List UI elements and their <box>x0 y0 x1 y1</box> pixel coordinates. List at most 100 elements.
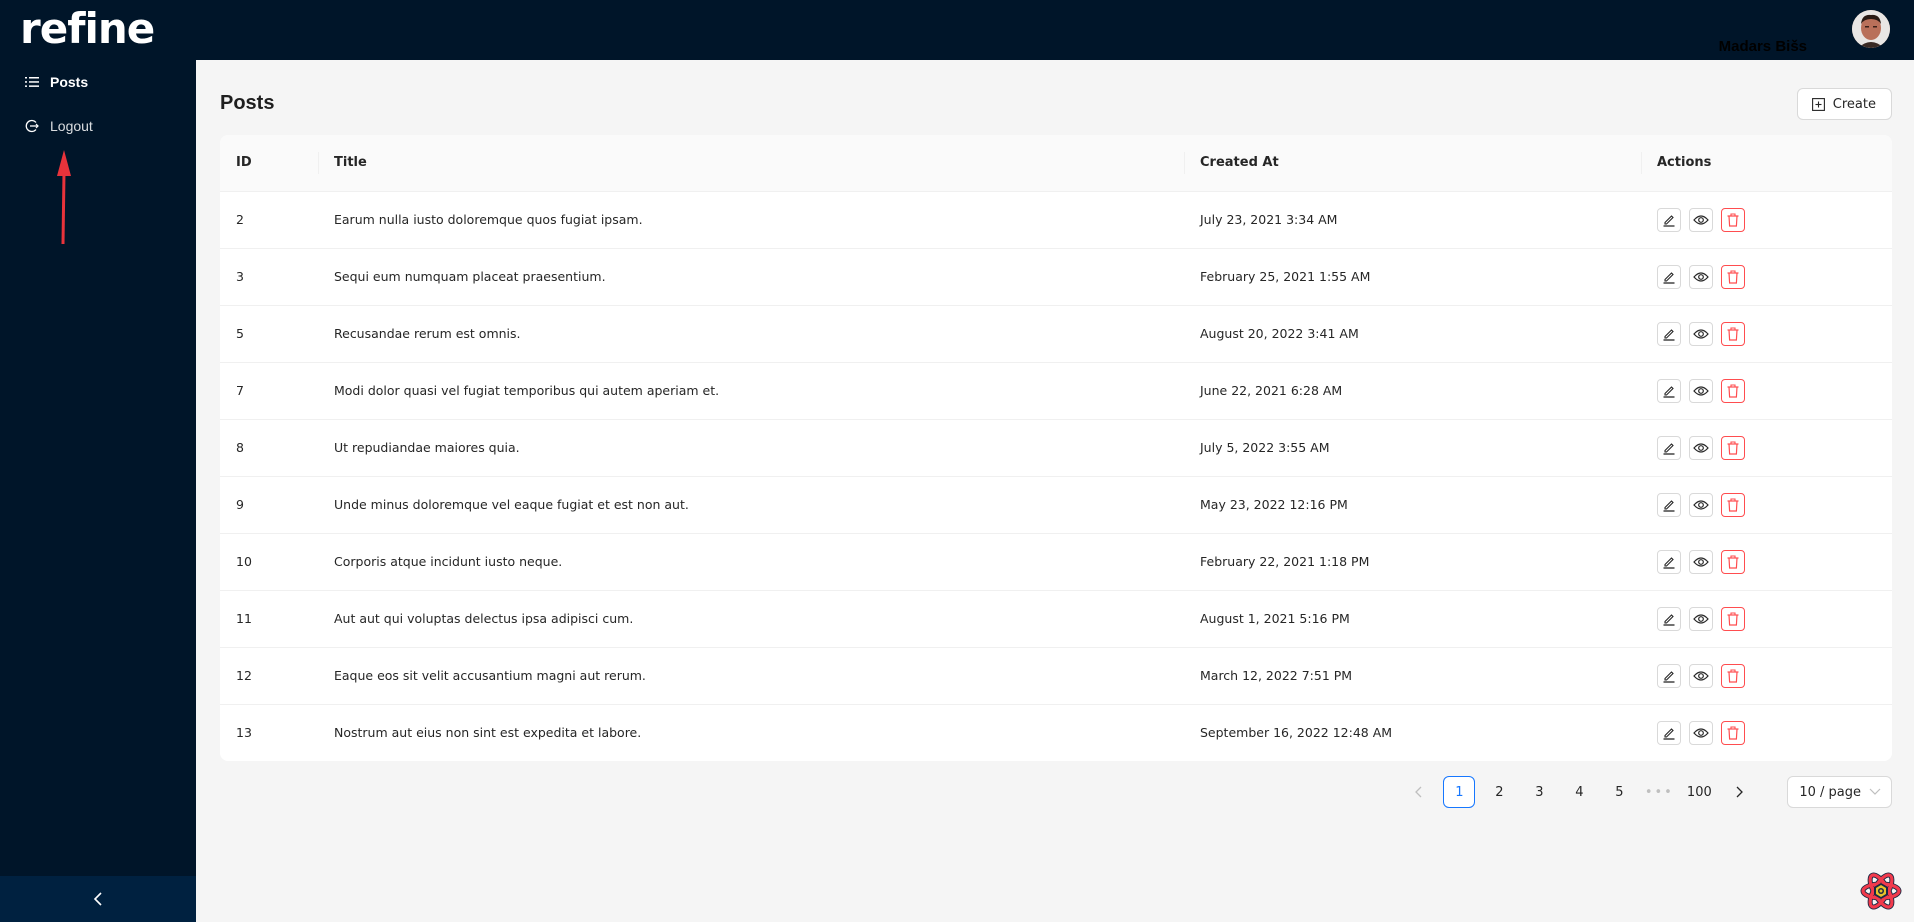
eye-icon <box>1693 214 1709 226</box>
row-actions <box>1657 549 1876 574</box>
cell-id: 5 <box>220 305 318 363</box>
delete-icon <box>1727 668 1739 683</box>
eye-icon <box>1693 385 1709 397</box>
plus-square-icon <box>1811 97 1825 111</box>
chevron-right-icon <box>1736 786 1744 798</box>
edit-button[interactable] <box>1657 378 1681 403</box>
delete-icon <box>1727 269 1739 284</box>
column-header-title[interactable]: Title <box>318 135 1184 192</box>
delete-button[interactable] <box>1721 435 1745 460</box>
sidebar-item-posts[interactable]: Posts <box>0 60 196 104</box>
devtools-button[interactable] <box>1860 870 1902 912</box>
cell-actions <box>1641 590 1892 648</box>
show-button[interactable] <box>1689 720 1713 745</box>
page-size-select[interactable]: 10 / page <box>1787 776 1892 808</box>
sidebar-collapse-button[interactable] <box>0 876 196 922</box>
table-row: 3 Sequi eum numquam placeat praesentium. F… <box>220 248 1892 306</box>
delete-button[interactable] <box>1721 207 1745 232</box>
show-button[interactable] <box>1689 321 1713 346</box>
edit-icon <box>1662 612 1676 626</box>
column-header-id[interactable]: ID <box>220 135 318 192</box>
pagination-page-4[interactable]: 4 <box>1563 776 1595 808</box>
table-body: 2 Earum nulla iusto doloremque quos fugia… <box>220 191 1892 761</box>
delete-button[interactable] <box>1721 321 1745 346</box>
delete-button[interactable] <box>1721 663 1745 688</box>
pagination-page-last[interactable]: 100 <box>1683 776 1715 808</box>
column-header-created-at[interactable]: Created At <box>1184 135 1641 192</box>
show-button[interactable] <box>1689 378 1713 403</box>
eye-icon <box>1693 670 1709 682</box>
pagination-page-3[interactable]: 3 <box>1523 776 1555 808</box>
cell-created-at: February 25, 2021 1:55 AM <box>1184 248 1641 306</box>
page-title: Posts <box>220 92 275 114</box>
pagination-page-5[interactable]: 5 <box>1603 776 1635 808</box>
create-button[interactable]: Create <box>1796 88 1892 120</box>
cell-id: 2 <box>220 191 318 249</box>
show-button[interactable] <box>1689 492 1713 517</box>
eye-icon <box>1693 556 1709 568</box>
logout-icon <box>24 118 40 134</box>
pagination-page-1[interactable]: 1 <box>1443 776 1476 808</box>
table-header-row: ID Title Created At Actions <box>220 135 1892 192</box>
cell-created-at: July 5, 2022 3:55 AM <box>1184 419 1641 477</box>
cell-created-at: March 12, 2022 7:51 PM <box>1184 647 1641 705</box>
chevron-left-icon <box>93 892 102 906</box>
edit-button[interactable] <box>1657 264 1681 289</box>
delete-button[interactable] <box>1721 492 1745 517</box>
pagination-prev-button[interactable] <box>1403 776 1435 808</box>
cell-actions <box>1641 191 1892 249</box>
pagination: 1 2 3 4 5 ••• 100 10 / page <box>1403 776 1892 808</box>
sidebar-menu: Posts Logout <box>0 60 196 148</box>
react-devtools-icon <box>1860 872 1902 910</box>
show-button[interactable] <box>1689 435 1713 460</box>
sidebar-item-label: Logout <box>50 118 93 134</box>
edit-button[interactable] <box>1657 492 1681 517</box>
table-row: 7 Modi dolor quasi vel fugiat temporibus … <box>220 362 1892 420</box>
cell-actions <box>1641 647 1892 705</box>
edit-button[interactable] <box>1657 720 1681 745</box>
edit-button[interactable] <box>1657 549 1681 574</box>
delete-button[interactable] <box>1721 720 1745 745</box>
show-button[interactable] <box>1689 606 1713 631</box>
avatar[interactable] <box>1852 10 1890 48</box>
sidebar-item-logout[interactable]: Logout <box>0 104 196 148</box>
unordered-list-icon <box>24 74 40 90</box>
cell-title: Recusandae rerum est omnis. <box>318 305 1184 363</box>
delete-button[interactable] <box>1721 549 1745 574</box>
edit-button[interactable] <box>1657 663 1681 688</box>
edit-icon <box>1662 270 1676 284</box>
delete-button[interactable] <box>1721 606 1745 631</box>
show-button[interactable] <box>1689 549 1713 574</box>
cell-actions <box>1641 704 1892 761</box>
cell-title: Eaque eos sit velit accusantium magni au… <box>318 647 1184 705</box>
delete-icon <box>1727 383 1739 398</box>
table-row: 8 Ut repudiandae maiores quia. July 5, 202… <box>220 419 1892 477</box>
pagination-jump-next[interactable]: ••• <box>1643 776 1675 808</box>
show-button[interactable] <box>1689 663 1713 688</box>
cell-created-at: August 1, 2021 5:16 PM <box>1184 590 1641 648</box>
edit-button[interactable] <box>1657 435 1681 460</box>
sidebar-item-label: Posts <box>50 74 89 90</box>
show-button[interactable] <box>1689 264 1713 289</box>
delete-button[interactable] <box>1721 264 1745 289</box>
annotation-arrow-icon <box>57 150 71 245</box>
pagination-page-2[interactable]: 2 <box>1483 776 1515 808</box>
eye-icon <box>1693 727 1709 739</box>
edit-button[interactable] <box>1657 207 1681 232</box>
row-actions <box>1657 435 1876 460</box>
cell-title: Unde minus doloremque vel eaque fugiat e… <box>318 476 1184 534</box>
pagination-next-button[interactable] <box>1723 776 1755 808</box>
table-row: 11 Aut aut qui voluptas delectus ipsa adi… <box>220 590 1892 648</box>
main-content: Posts Create ID Title Created At Actions… <box>196 60 1914 922</box>
cell-title: Corporis atque incidunt iusto neque. <box>318 533 1184 591</box>
cell-title: Sequi eum numquam placeat praesentium. <box>318 248 1184 306</box>
delete-button[interactable] <box>1721 378 1745 403</box>
delete-icon <box>1727 726 1739 740</box>
refine-logo[interactable]: refine <box>0 0 196 60</box>
cell-actions <box>1641 362 1892 420</box>
edit-button[interactable] <box>1657 321 1681 346</box>
row-actions <box>1657 321 1876 346</box>
delete-icon <box>1727 554 1739 569</box>
show-button[interactable] <box>1689 207 1713 232</box>
edit-button[interactable] <box>1657 606 1681 631</box>
